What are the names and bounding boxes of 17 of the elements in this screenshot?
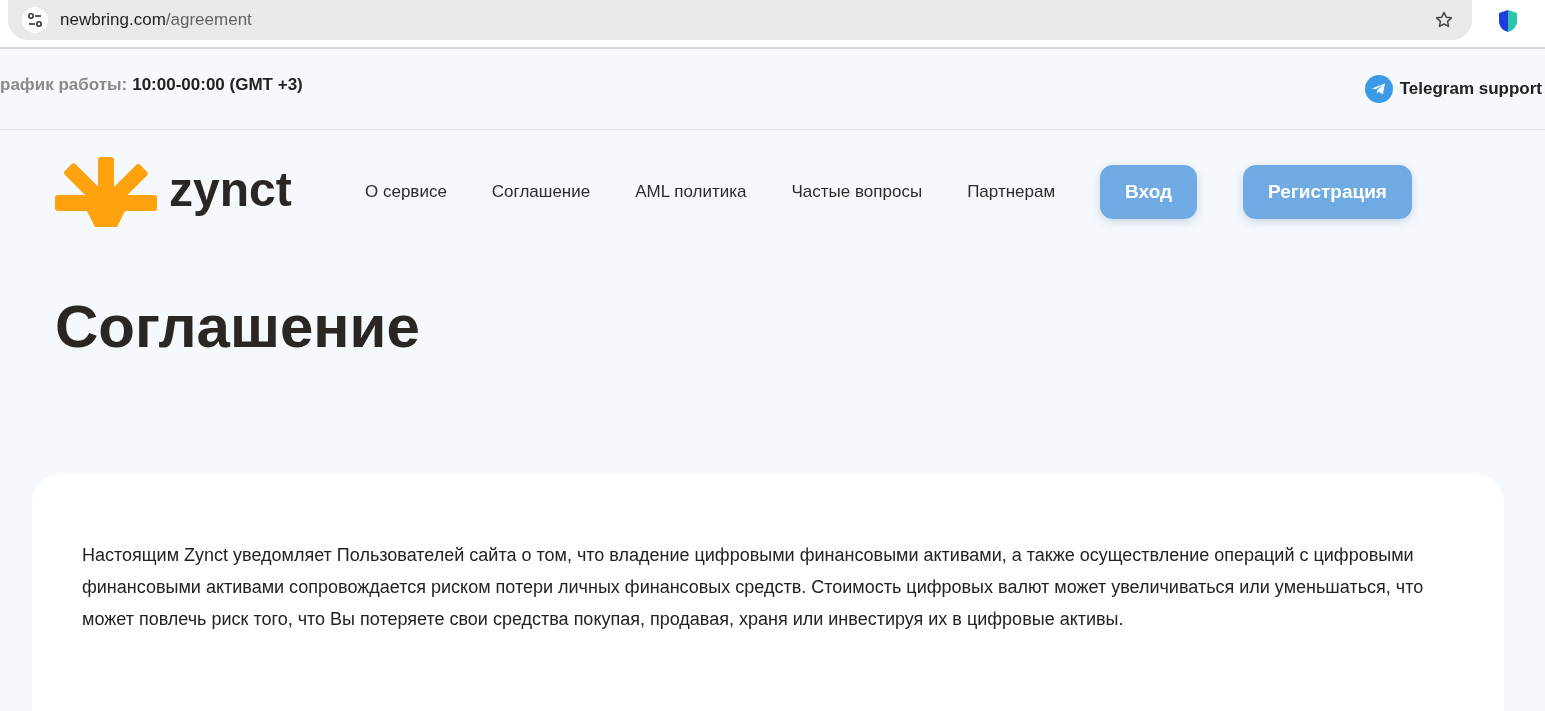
nav-link[interactable]: Соглашение [491, 182, 591, 202]
shield-icon[interactable] [1498, 9, 1518, 33]
page-title: Соглашение [55, 292, 421, 362]
address-bar[interactable]: newbring.com/agreement [8, 0, 1472, 40]
logo-text[interactable]: zynct [169, 161, 292, 217]
bookmark-star-icon[interactable] [1434, 10, 1454, 30]
schedule-hours: 10:00-00:00 (GMT +3) [132, 75, 303, 94]
telegram-icon [1364, 75, 1393, 103]
nav-link[interactable]: Партнерам [967, 182, 1056, 202]
telegram-support-link[interactable]: Telegram support [1364, 75, 1542, 103]
nav-link[interactable]: О сервисе [365, 182, 447, 202]
nav-link[interactable]: AML политика [635, 182, 747, 202]
agreement-paragraph: Настоящим Zynct уведомляет Пользователей сайта о том, что владение цифровыми финансовыми активами, а также осуществление операций с цифровыми финансовыми активами сопровождается риском потери личных финансовых средств. Стоимость цифровых валют может увеличиваться или уменьшаться, что может повлечь риск того, что Вы потеряете свои средства покупая, продавая, храня или инвестируя их в цифровые активы. [82, 544, 1425, 631]
schedule-label: рафик работы: [0, 75, 128, 94]
url-text[interactable]: newbring.com/agreement [60, 10, 252, 30]
site-settings-icon[interactable] [22, 7, 48, 33]
nav-link[interactable]: Частые вопросы [791, 182, 923, 202]
